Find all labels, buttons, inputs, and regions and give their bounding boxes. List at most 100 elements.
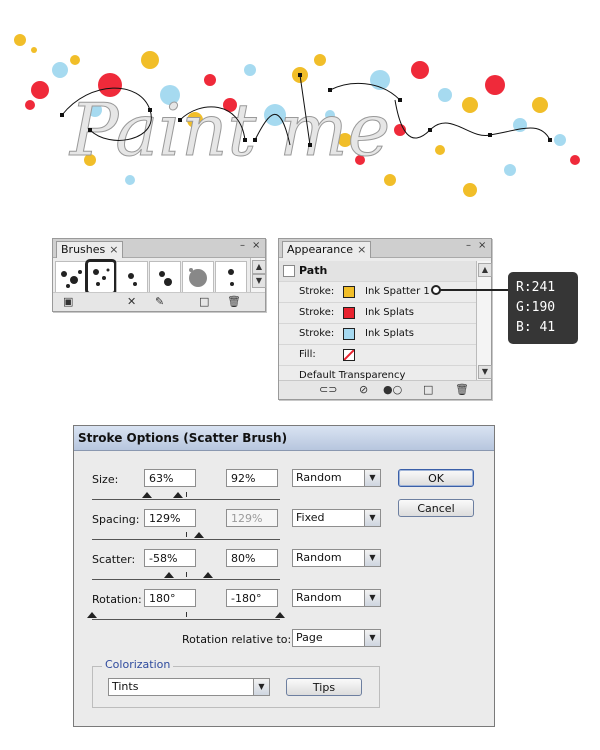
rotation-min-slider-handle[interactable] bbox=[87, 612, 97, 618]
brush-thumb-5[interactable] bbox=[182, 261, 214, 295]
scatter-slider-track[interactable] bbox=[92, 579, 280, 580]
brush-thumb-5-icon bbox=[189, 268, 207, 287]
appearance-object-row[interactable]: Path bbox=[279, 261, 477, 282]
tips-button[interactable]: Tips bbox=[286, 678, 362, 696]
rotation-relative-value: Page bbox=[296, 631, 323, 644]
rotation-label: Rotation: bbox=[92, 593, 142, 606]
cancel-button[interactable]: Cancel bbox=[398, 499, 474, 517]
size-min-input[interactable]: 63% bbox=[144, 469, 196, 487]
rotation-max-slider-handle[interactable] bbox=[275, 612, 285, 618]
path-thumbnail-icon bbox=[283, 265, 295, 277]
rotation-mode-select[interactable]: Random ▼ bbox=[292, 589, 381, 607]
tab-appearance[interactable]: Appearance × bbox=[282, 241, 372, 258]
fill-none-swatch[interactable] bbox=[343, 349, 355, 361]
scatter-mode-select[interactable]: Random ▼ bbox=[292, 549, 381, 567]
spacing-slider-handle[interactable] bbox=[194, 532, 204, 538]
scatter-max-slider-handle[interactable] bbox=[203, 572, 213, 578]
colorization-method-select[interactable]: Tints ▼ bbox=[108, 678, 270, 696]
stroke-1-brush-name: Ink Spatter 1 bbox=[365, 286, 430, 297]
new-brush-icon[interactable]: □ bbox=[199, 296, 209, 308]
rotation-min-input[interactable]: 180° bbox=[144, 589, 196, 607]
appearance-row-fill[interactable]: Fill: bbox=[279, 345, 477, 366]
brush-thumb-2-icon bbox=[93, 268, 110, 286]
duplicate-item-icon[interactable]: □ bbox=[423, 384, 433, 396]
spacing-mode-select[interactable]: Fixed ▼ bbox=[292, 509, 381, 527]
rgb-blue-value: B: 41 bbox=[516, 320, 556, 335]
remove-brush-stroke-icon[interactable]: ✕ bbox=[127, 296, 136, 308]
appearance-tabbar: Appearance × – × bbox=[279, 239, 491, 258]
fill-none-icon bbox=[344, 350, 354, 360]
brush-thumb-4-icon bbox=[159, 271, 172, 286]
size-min-slider-handle[interactable] bbox=[142, 492, 152, 498]
size-mode-select[interactable]: Random ▼ bbox=[292, 469, 381, 487]
rotation-max-input[interactable]: -180° bbox=[226, 589, 278, 607]
stroke-2-label: Stroke: bbox=[299, 307, 335, 318]
brush-options-icon[interactable]: ✎ bbox=[155, 296, 164, 308]
delete-item-icon[interactable]: 🗑 bbox=[455, 384, 469, 396]
chevron-down-icon[interactable]: ▼ bbox=[364, 470, 380, 486]
reduce-to-basic-icon[interactable]: ●○ bbox=[383, 384, 402, 396]
brushes-minimize-icon[interactable]: – bbox=[240, 241, 245, 251]
brush-thumb-1-icon bbox=[61, 270, 82, 288]
brushes-tab-close-icon[interactable]: × bbox=[109, 243, 118, 256]
rotation-slider-track[interactable] bbox=[92, 619, 280, 620]
rotation-relative-select[interactable]: Page ▼ bbox=[292, 629, 381, 647]
appearance-close-icon[interactable]: × bbox=[478, 241, 486, 251]
appearance-scroll-down-icon[interactable]: ▼ bbox=[478, 365, 492, 379]
scatter-min-input[interactable]: -58% bbox=[144, 549, 196, 567]
chevron-down-icon[interactable]: ▼ bbox=[364, 550, 380, 566]
brushes-tab-label: Brushes bbox=[61, 243, 106, 256]
brush-thumb-6[interactable] bbox=[215, 261, 247, 295]
appearance-minimize-icon[interactable]: – bbox=[466, 241, 471, 251]
size-max-slider-handle[interactable] bbox=[173, 492, 183, 498]
colorization-method-value: Tints bbox=[112, 680, 139, 693]
size-mode-value: Random bbox=[296, 471, 342, 484]
stroke-2-brush-name: Ink Splats bbox=[365, 307, 414, 318]
chevron-down-icon[interactable]: ▼ bbox=[253, 679, 269, 695]
brushes-tabbar: Brushes × – × bbox=[53, 239, 265, 258]
artwork-canvas[interactable]: Paint me bbox=[0, 20, 600, 220]
spacing-label: Spacing: bbox=[92, 513, 140, 526]
stroke-2-swatch[interactable] bbox=[343, 307, 355, 319]
brush-thumb-3[interactable] bbox=[116, 261, 148, 295]
stroke-3-swatch[interactable] bbox=[343, 328, 355, 340]
fill-label: Fill: bbox=[299, 349, 316, 360]
size-label: Size: bbox=[92, 473, 119, 486]
ok-button[interactable]: OK bbox=[398, 469, 474, 487]
spacing-slider-tick bbox=[186, 532, 187, 537]
appearance-scrollbar[interactable]: ▲ ▼ bbox=[476, 261, 492, 381]
stroke-1-swatch[interactable] bbox=[343, 286, 355, 298]
delete-brush-icon[interactable]: 🗑 bbox=[227, 296, 241, 308]
chevron-down-icon[interactable]: ▼ bbox=[364, 510, 380, 526]
brush-libraries-menu-icon[interactable]: ▣ bbox=[63, 296, 73, 308]
appearance-row-stroke-2[interactable]: Stroke: Ink Splats bbox=[279, 303, 477, 324]
appearance-scroll-up-icon[interactable]: ▲ bbox=[478, 263, 492, 277]
scroll-up-icon[interactable]: ▲ bbox=[252, 260, 266, 274]
brushes-panel: Brushes × – × ▲ ▼ ▣ ✕ ✎ □ 🗑 bbox=[52, 238, 266, 312]
color-readout-connector bbox=[431, 285, 510, 295]
brush-thumb-1[interactable] bbox=[55, 261, 87, 295]
stroke-options-dialog: Stroke Options (Scatter Brush) Size: 63%… bbox=[73, 425, 495, 727]
tab-brushes[interactable]: Brushes × bbox=[56, 241, 124, 258]
spacing-slider-track[interactable] bbox=[92, 539, 280, 540]
size-max-input[interactable]: 92% bbox=[226, 469, 278, 487]
brush-thumb-4[interactable] bbox=[149, 261, 181, 295]
paint-me-artwork: Paint me bbox=[14, 34, 580, 197]
stroke-1-label: Stroke: bbox=[299, 286, 335, 297]
chevron-down-icon[interactable]: ▼ bbox=[364, 630, 380, 646]
appearance-tab-close-icon[interactable]: × bbox=[357, 243, 366, 256]
rgb-green-value: G:190 bbox=[516, 300, 556, 315]
spacing-min-input[interactable]: 129% bbox=[144, 509, 196, 527]
size-slider-track[interactable] bbox=[92, 499, 280, 500]
scroll-down-icon[interactable]: ▼ bbox=[252, 274, 266, 288]
brush-thumb-2-selected[interactable] bbox=[85, 259, 117, 295]
scatter-min-slider-handle[interactable] bbox=[164, 572, 174, 578]
scatter-max-input[interactable]: 80% bbox=[226, 549, 278, 567]
appearance-row-stroke-3[interactable]: Stroke: Ink Splats bbox=[279, 324, 477, 345]
add-new-stroke-icon[interactable]: ⊂⊃ bbox=[319, 384, 337, 396]
chevron-down-icon[interactable]: ▼ bbox=[364, 590, 380, 606]
scatter-mode-value: Random bbox=[296, 551, 342, 564]
clear-appearance-icon[interactable]: ⊘ bbox=[359, 384, 368, 396]
dialog-title: Stroke Options (Scatter Brush) bbox=[74, 426, 494, 451]
brushes-close-icon[interactable]: × bbox=[252, 241, 260, 251]
